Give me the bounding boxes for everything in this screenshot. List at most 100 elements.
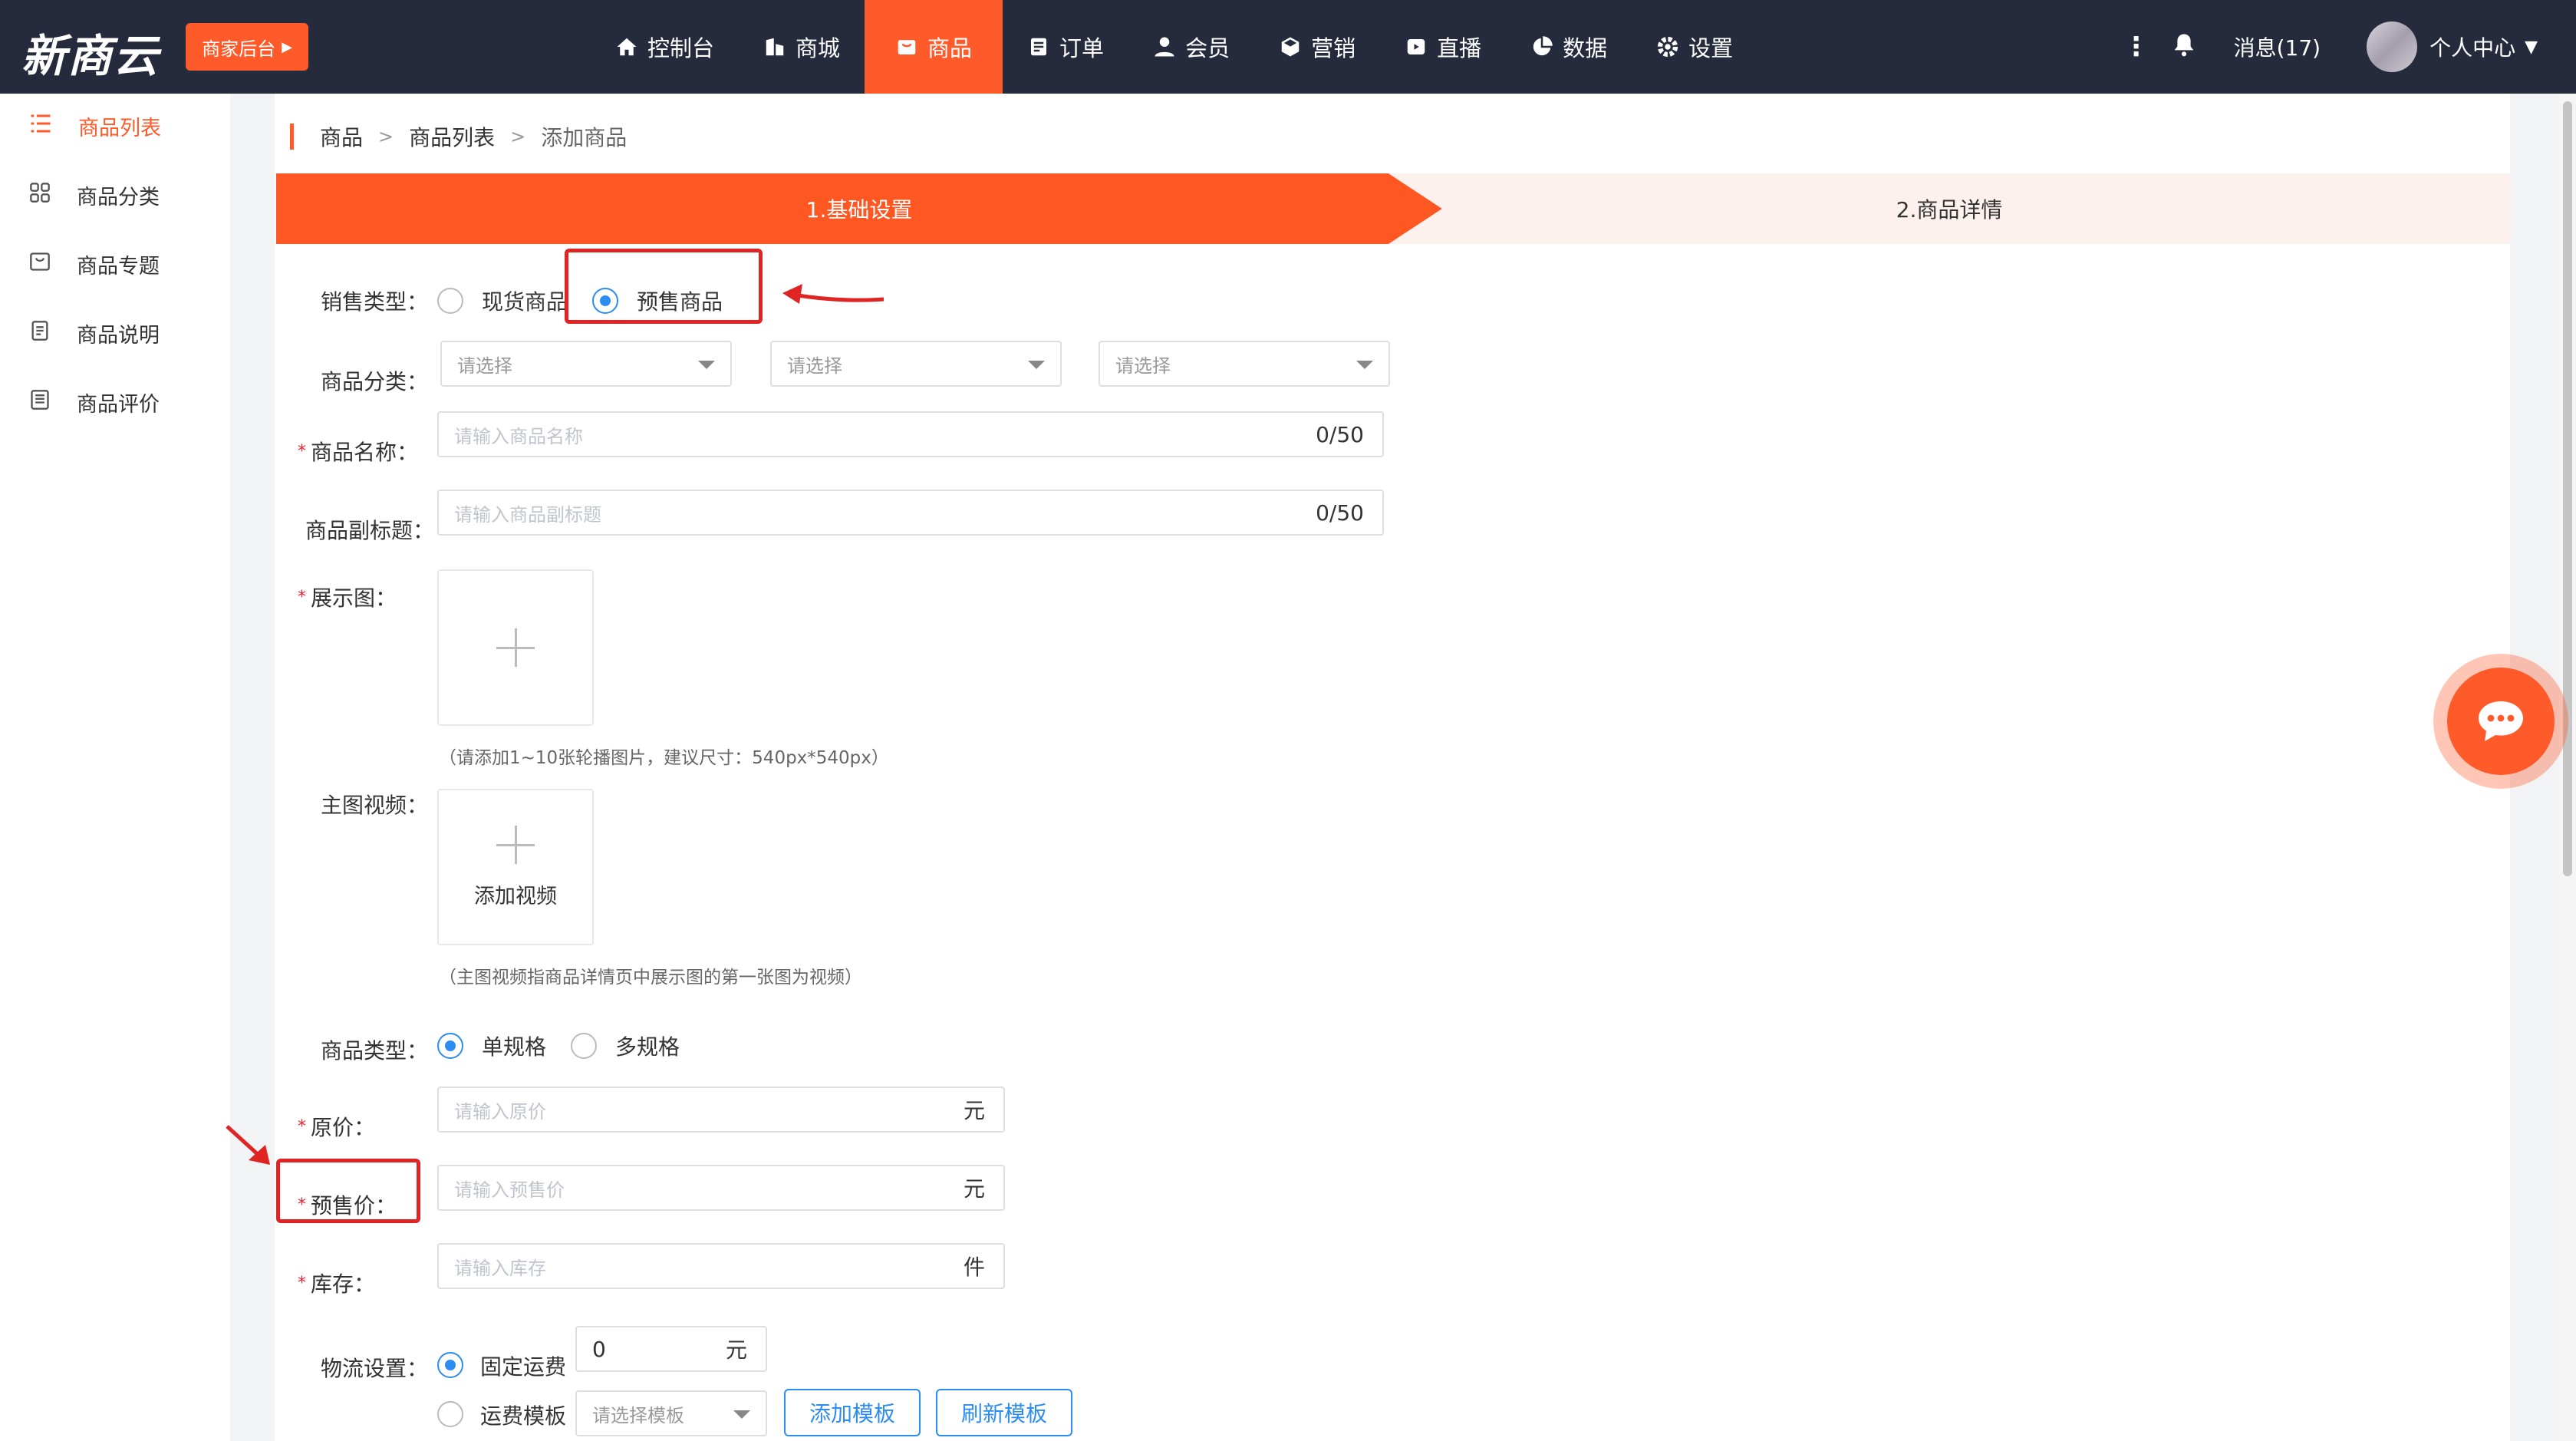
nav-item-mall[interactable]: 商城 bbox=[739, 0, 865, 94]
document-icon bbox=[29, 320, 51, 347]
original-price-label: * 原价： bbox=[298, 1111, 375, 1142]
nav-label: 会员 bbox=[1185, 35, 1230, 61]
nav-item-data[interactable]: 数据 bbox=[1506, 0, 1632, 94]
radio-spot-goods[interactable] bbox=[437, 288, 463, 314]
fixed-freight-input[interactable]: 0 元 bbox=[575, 1326, 767, 1372]
nav-item-members[interactable]: 会员 bbox=[1128, 0, 1254, 94]
sale-type-label: 销售类型： bbox=[321, 289, 429, 315]
brand-logo[interactable]: 新商云 bbox=[21, 20, 160, 84]
step-goods-detail[interactable]: 2.商品详情 bbox=[1388, 173, 2510, 244]
nav-item-goods[interactable]: 商品 bbox=[865, 0, 1003, 94]
scroll-thumb[interactable] bbox=[2563, 101, 2572, 876]
radio-fixed-freight-label[interactable]: 固定运费 bbox=[480, 1350, 566, 1381]
radio-spot-goods-label[interactable]: 现货商品 bbox=[482, 285, 568, 316]
required-mark: * bbox=[298, 587, 306, 607]
nav-item-marketing[interactable]: 营销 bbox=[1254, 0, 1380, 94]
avatar[interactable] bbox=[2367, 21, 2418, 72]
radio-multi-spec[interactable] bbox=[571, 1033, 597, 1059]
add-template-button[interactable]: 添加模板 bbox=[784, 1389, 921, 1436]
stock-label-text: 库存： bbox=[311, 1271, 376, 1297]
nav-item-orders[interactable]: 订单 bbox=[1003, 0, 1128, 94]
breadcrumb-bar bbox=[290, 124, 294, 150]
required-mark: * bbox=[298, 1116, 306, 1136]
goods-name-label: * 商品名称： bbox=[298, 436, 418, 467]
radio-single-spec[interactable] bbox=[437, 1033, 463, 1059]
sidebar-item-label: 商品评价 bbox=[77, 392, 160, 417]
sidebar-item-goods-desc[interactable]: 商品说明 bbox=[29, 318, 160, 348]
video-upload-box[interactable]: 添加视频 bbox=[437, 789, 594, 945]
sidebar-item-label: 商品专题 bbox=[77, 254, 160, 279]
caret-down-icon bbox=[1356, 361, 1373, 369]
nav-label: 设置 bbox=[1688, 35, 1734, 61]
breadcrumb-goods[interactable]: 商品 bbox=[320, 121, 363, 152]
sidebar-item-goods-review[interactable]: 商品评价 bbox=[29, 387, 160, 417]
unit-suffix: 元 bbox=[963, 1098, 985, 1123]
box-icon bbox=[1279, 35, 1302, 58]
play-icon bbox=[1405, 35, 1428, 58]
nav-item-live[interactable]: 直播 bbox=[1380, 0, 1506, 94]
goods-name-input[interactable]: 请输入商品名称 0/50 bbox=[437, 411, 1384, 457]
original-price-input[interactable]: 请输入原价 元 bbox=[437, 1087, 1005, 1133]
radio-fixed-freight[interactable] bbox=[437, 1352, 463, 1378]
gear-icon bbox=[1656, 35, 1679, 58]
goods-subtitle-input[interactable]: 请输入商品副标题 0/50 bbox=[437, 490, 1384, 536]
top-navbar: 新商云 商家后台 ▶ 控制台 商城 商品 订单 会员 营销 直播 数据 设置 ⋮… bbox=[0, 0, 2576, 94]
more-vertical-icon[interactable]: ⋮ bbox=[2123, 31, 2149, 62]
select-placeholder: 请选择 bbox=[1115, 354, 1171, 377]
image-upload-box[interactable] bbox=[437, 569, 594, 726]
nav-label: 商城 bbox=[796, 35, 841, 61]
nav-item-dashboard[interactable]: 控制台 bbox=[591, 0, 739, 94]
freight-template-select[interactable]: 请选择模板 bbox=[575, 1390, 767, 1436]
step-bar: 1.基础设置 2.商品详情 bbox=[276, 173, 2510, 244]
goods-subtitle-label: 商品副标题： bbox=[305, 518, 435, 543]
unit-suffix: 元 bbox=[725, 1337, 747, 1363]
radio-freight-template[interactable] bbox=[437, 1401, 463, 1427]
sidebar-item-goods-topic[interactable]: 商品专题 bbox=[29, 249, 160, 279]
original-price-label-text: 原价： bbox=[311, 1115, 376, 1140]
char-counter: 0/50 bbox=[1316, 500, 1364, 526]
inbox-icon bbox=[29, 251, 51, 278]
presale-price-input[interactable]: 请输入预售价 元 bbox=[437, 1165, 1005, 1211]
stock-input[interactable]: 请输入库存 件 bbox=[437, 1243, 1005, 1289]
refresh-template-button[interactable]: 刷新模板 bbox=[936, 1389, 1072, 1436]
nav-item-settings[interactable]: 设置 bbox=[1632, 0, 1757, 94]
add-video-label: 添加视频 bbox=[474, 884, 557, 908]
caret-down-icon bbox=[733, 1410, 750, 1419]
chat-button-inner bbox=[2447, 668, 2555, 775]
unit-suffix: 件 bbox=[963, 1255, 985, 1280]
header-tools: ⋮ 消息(17) 个人中心 ▼ bbox=[2123, 0, 2538, 94]
radio-freight-template-label[interactable]: 运费模板 bbox=[480, 1400, 566, 1430]
breadcrumb: 商品 > 商品列表 > 添加商品 bbox=[290, 121, 627, 152]
main-video-label: 主图视频： bbox=[321, 793, 429, 818]
bag-icon bbox=[895, 35, 918, 58]
main-nav: 控制台 商城 商品 订单 会员 营销 直播 数据 设置 bbox=[591, 0, 1757, 94]
input-placeholder: 请输入商品副标题 bbox=[454, 503, 601, 526]
required-mark: * bbox=[298, 441, 306, 461]
select-placeholder: 请选择模板 bbox=[592, 1404, 684, 1426]
nav-label: 数据 bbox=[1563, 35, 1608, 61]
category-select-2[interactable]: 请选择 bbox=[770, 341, 1062, 387]
profile-link[interactable]: 个人中心 bbox=[2429, 31, 2515, 62]
sidebar-item-goods-list[interactable]: 商品列表 bbox=[29, 110, 161, 141]
breadcrumb-goods-list[interactable]: 商品列表 bbox=[409, 121, 495, 152]
messages-link[interactable]: 消息(17) bbox=[2234, 31, 2321, 62]
sidebar-item-label: 商品分类 bbox=[77, 185, 160, 209]
chevron-down-icon[interactable]: ▼ bbox=[2525, 38, 2538, 57]
pie-icon bbox=[1530, 35, 1553, 58]
list-icon bbox=[29, 113, 52, 140]
grid-icon bbox=[29, 182, 51, 209]
category-select-1[interactable]: 请选择 bbox=[440, 341, 732, 387]
category-select-3[interactable]: 请选择 bbox=[1099, 341, 1390, 387]
highlight-presale-price bbox=[276, 1159, 420, 1223]
sidebar-item-goods-category[interactable]: 商品分类 bbox=[29, 180, 160, 210]
page-scrollbar[interactable] bbox=[2559, 94, 2576, 1441]
merchant-backend-button[interactable]: 商家后台 ▶ bbox=[186, 23, 308, 71]
select-placeholder: 请选择 bbox=[787, 354, 842, 377]
sidebar-item-label: 商品说明 bbox=[77, 323, 160, 348]
bell-icon[interactable] bbox=[2172, 32, 2196, 62]
home-icon bbox=[615, 35, 638, 58]
radio-single-spec-label[interactable]: 单规格 bbox=[482, 1030, 546, 1061]
step-basic-settings[interactable]: 1.基础设置 bbox=[276, 173, 1442, 244]
chat-support-button[interactable] bbox=[2433, 654, 2568, 789]
radio-multi-spec-label[interactable]: 多规格 bbox=[615, 1030, 680, 1061]
